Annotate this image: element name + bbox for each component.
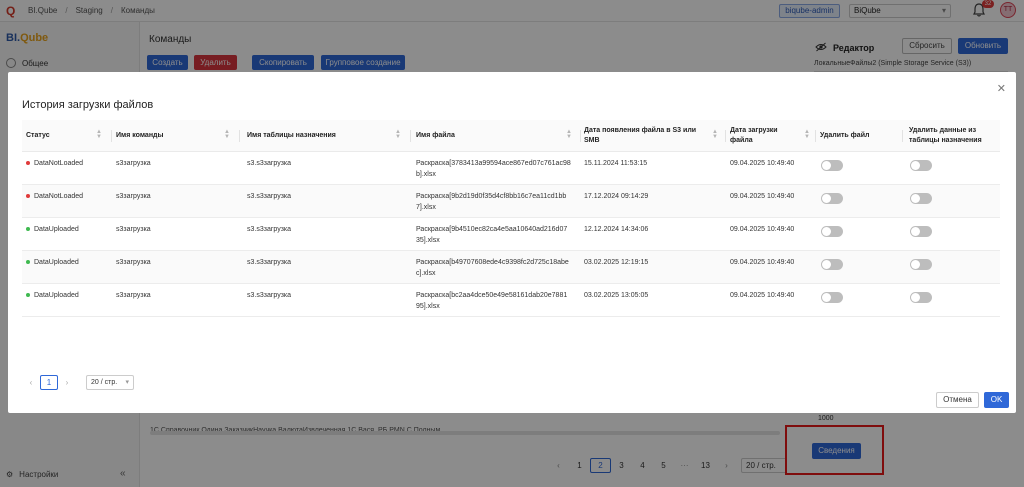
ok-button[interactable]: OK: [984, 392, 1009, 408]
status-dot: [26, 161, 30, 166]
cancel-button[interactable]: Отмена: [936, 392, 979, 408]
delete-file-toggle[interactable]: [821, 193, 843, 204]
sort-icon[interactable]: ▲ ▼: [804, 129, 810, 140]
sort-icon[interactable]: ▲ ▼: [395, 129, 401, 140]
table-row: DataUploaded s3загрузка s3.s3загрузка Раскр…: [22, 251, 1000, 284]
column-header-delete-data: Удалить данные из таблицы назначения: [909, 127, 982, 144]
delete-data-toggle[interactable]: [910, 226, 932, 237]
command-cell: s3загрузка: [116, 259, 151, 266]
column-header-label: Статус: [26, 132, 50, 139]
status-cell: DataNotLoaded: [26, 158, 83, 169]
delete-file-toggle[interactable]: [821, 226, 843, 237]
delete-data-toggle[interactable]: [910, 259, 932, 270]
status-text: DataUploaded: [34, 226, 79, 233]
appeared-date-cell: 17.12.2024 09:14:29: [584, 193, 649, 200]
table-row: DataUploaded s3загрузка s3.s3загрузка Раскр…: [22, 218, 1000, 251]
column-header-status[interactable]: Статус ▲ ▼: [26, 120, 106, 152]
column-header-label: Имя команды: [116, 132, 164, 139]
column-header-appeared-date[interactable]: Дата появления файла в S3 или SMB ▲ ▼: [584, 120, 722, 152]
file-name-line: Раскраска[bc2aa4dce50e49e58161dab20e7881: [416, 292, 568, 299]
page-item-active[interactable]: 1: [40, 375, 58, 390]
file-name-line: 95].xlsx: [416, 303, 440, 310]
page-size-value: 20 / стр.: [91, 379, 118, 386]
column-header-target-table[interactable]: Имя таблицы назначения ▲ ▼: [247, 120, 405, 152]
column-header-command[interactable]: Имя команды ▲ ▼: [116, 120, 234, 152]
file-history-modal: ✕ История загрузки файлов Статус ▲ ▼ Имя …: [8, 72, 1016, 413]
status-cell: DataUploaded: [26, 290, 79, 301]
load-date-cell: 09.04.2025 10:49:40: [730, 259, 795, 266]
column-header-file-name[interactable]: Имя файла ▲ ▼: [416, 120, 576, 152]
page-size-select[interactable]: 20 / стр. ▾: [86, 375, 134, 390]
appeared-date-cell: 03.02.2025 12:19:15: [584, 259, 649, 266]
status-dot: [26, 260, 30, 265]
close-icon[interactable]: ✕: [997, 82, 1006, 95]
sort-icon[interactable]: ▲ ▼: [96, 129, 102, 140]
file-history-table: Статус ▲ ▼ Имя команды ▲ ▼ Имя таблицы наз…: [22, 120, 1000, 317]
appeared-date-cell: 03.02.2025 13:05:05: [584, 292, 649, 299]
target-table-cell: s3.s3загрузка: [247, 226, 292, 233]
delete-data-toggle[interactable]: [910, 160, 932, 171]
command-cell: s3загрузка: [116, 193, 151, 200]
command-cell: s3загрузка: [116, 292, 151, 299]
file-name-line: 35].xlsx: [416, 237, 440, 244]
status-dot: [26, 293, 30, 298]
delete-file-toggle[interactable]: [821, 160, 843, 171]
table-row: DataUploaded s3загрузка s3.s3загрузка Раскр…: [22, 284, 1000, 317]
target-table-cell: s3.s3загрузка: [247, 193, 292, 200]
file-name-cell: Раскраска[bc2aa4dce50e49e58161dab20e7881…: [416, 290, 567, 312]
column-header-delete-file: Удалить файл: [820, 132, 870, 139]
target-table-cell: s3.s3загрузка: [247, 292, 292, 299]
status-text: DataUploaded: [34, 292, 79, 299]
file-name-line: 7].xlsx: [416, 204, 436, 211]
appeared-date-cell: 12.12.2024 14:34:06: [584, 226, 649, 233]
sort-icon[interactable]: ▲ ▼: [566, 129, 572, 140]
column-header-load-date[interactable]: Дата загрузки файла ▲ ▼: [730, 120, 814, 152]
status-text: DataNotLoaded: [34, 160, 84, 167]
sort-icon[interactable]: ▲ ▼: [224, 129, 230, 140]
column-header-label: Дата появления файла в S3 или SMB: [584, 127, 697, 144]
column-header-label: Дата загрузки файла: [730, 127, 778, 144]
status-cell: DataUploaded: [26, 257, 79, 268]
file-name-line: b].xlsx: [416, 171, 436, 178]
file-name-line: Раскраска[9b4510ec82ca4e5aa10640ad216d07: [416, 226, 568, 233]
prev-page-icon[interactable]: ‹: [22, 375, 40, 390]
table-header: Статус ▲ ▼ Имя команды ▲ ▼ Имя таблицы наз…: [22, 120, 1000, 152]
command-cell: s3загрузка: [116, 160, 151, 167]
file-name-line: Раскраска[9b2d19d0f35d4cf8bb16c7ea11cd1b…: [416, 193, 567, 200]
load-date-cell: 09.04.2025 10:49:40: [730, 160, 795, 167]
file-name-cell: Раскраска[9b2d19d0f35d4cf8bb16c7ea11cd1b…: [416, 191, 566, 213]
status-cell: DataNotLoaded: [26, 191, 83, 202]
status-dot: [26, 227, 30, 232]
appeared-date-cell: 15.11.2024 11:53:15: [584, 160, 648, 167]
status-cell: DataUploaded: [26, 224, 79, 235]
status-text: DataUploaded: [34, 259, 79, 266]
modal-pagination: ‹ 1 › 20 / стр. ▾: [22, 375, 134, 390]
file-name-line: Раскраска[b49707608ede4c9398fc2d725c18ab…: [416, 259, 569, 266]
file-name-line: Раскраска[3783413a99594ace867ed07c761ac9…: [416, 160, 571, 167]
column-header-label: Имя таблицы назначения: [247, 132, 336, 139]
command-cell: s3загрузка: [116, 226, 151, 233]
file-name-cell: Раскраска[b49707608ede4c9398fc2d725c18ab…: [416, 257, 569, 279]
status-text: DataNotLoaded: [34, 193, 84, 200]
column-header-label: Имя файла: [416, 132, 455, 139]
modal-title: История загрузки файлов: [22, 99, 154, 111]
delete-file-toggle[interactable]: [821, 292, 843, 303]
file-name-line: c].xlsx: [416, 270, 436, 277]
table-row: DataNotLoaded s3загрузка s3.s3загрузка Раск…: [22, 185, 1000, 218]
target-table-cell: s3.s3загрузка: [247, 160, 292, 167]
delete-data-toggle[interactable]: [910, 292, 932, 303]
chevron-down-icon: ▾: [125, 379, 129, 386]
delete-file-toggle[interactable]: [821, 259, 843, 270]
load-date-cell: 09.04.2025 10:49:40: [730, 292, 795, 299]
target-table-cell: s3.s3загрузка: [247, 259, 292, 266]
status-dot: [26, 194, 30, 199]
delete-data-toggle[interactable]: [910, 193, 932, 204]
sort-icon[interactable]: ▲ ▼: [712, 129, 718, 140]
load-date-cell: 09.04.2025 10:49:40: [730, 193, 795, 200]
file-name-cell: Раскраска[3783413a99594ace867ed07c761ac9…: [416, 158, 571, 180]
file-name-cell: Раскраска[9b4510ec82ca4e5aa10640ad216d07…: [416, 224, 567, 246]
table-row: DataNotLoaded s3загрузка s3.s3загрузка Раск…: [22, 152, 1000, 185]
load-date-cell: 09.04.2025 10:49:40: [730, 226, 795, 233]
next-page-icon[interactable]: ›: [58, 375, 76, 390]
